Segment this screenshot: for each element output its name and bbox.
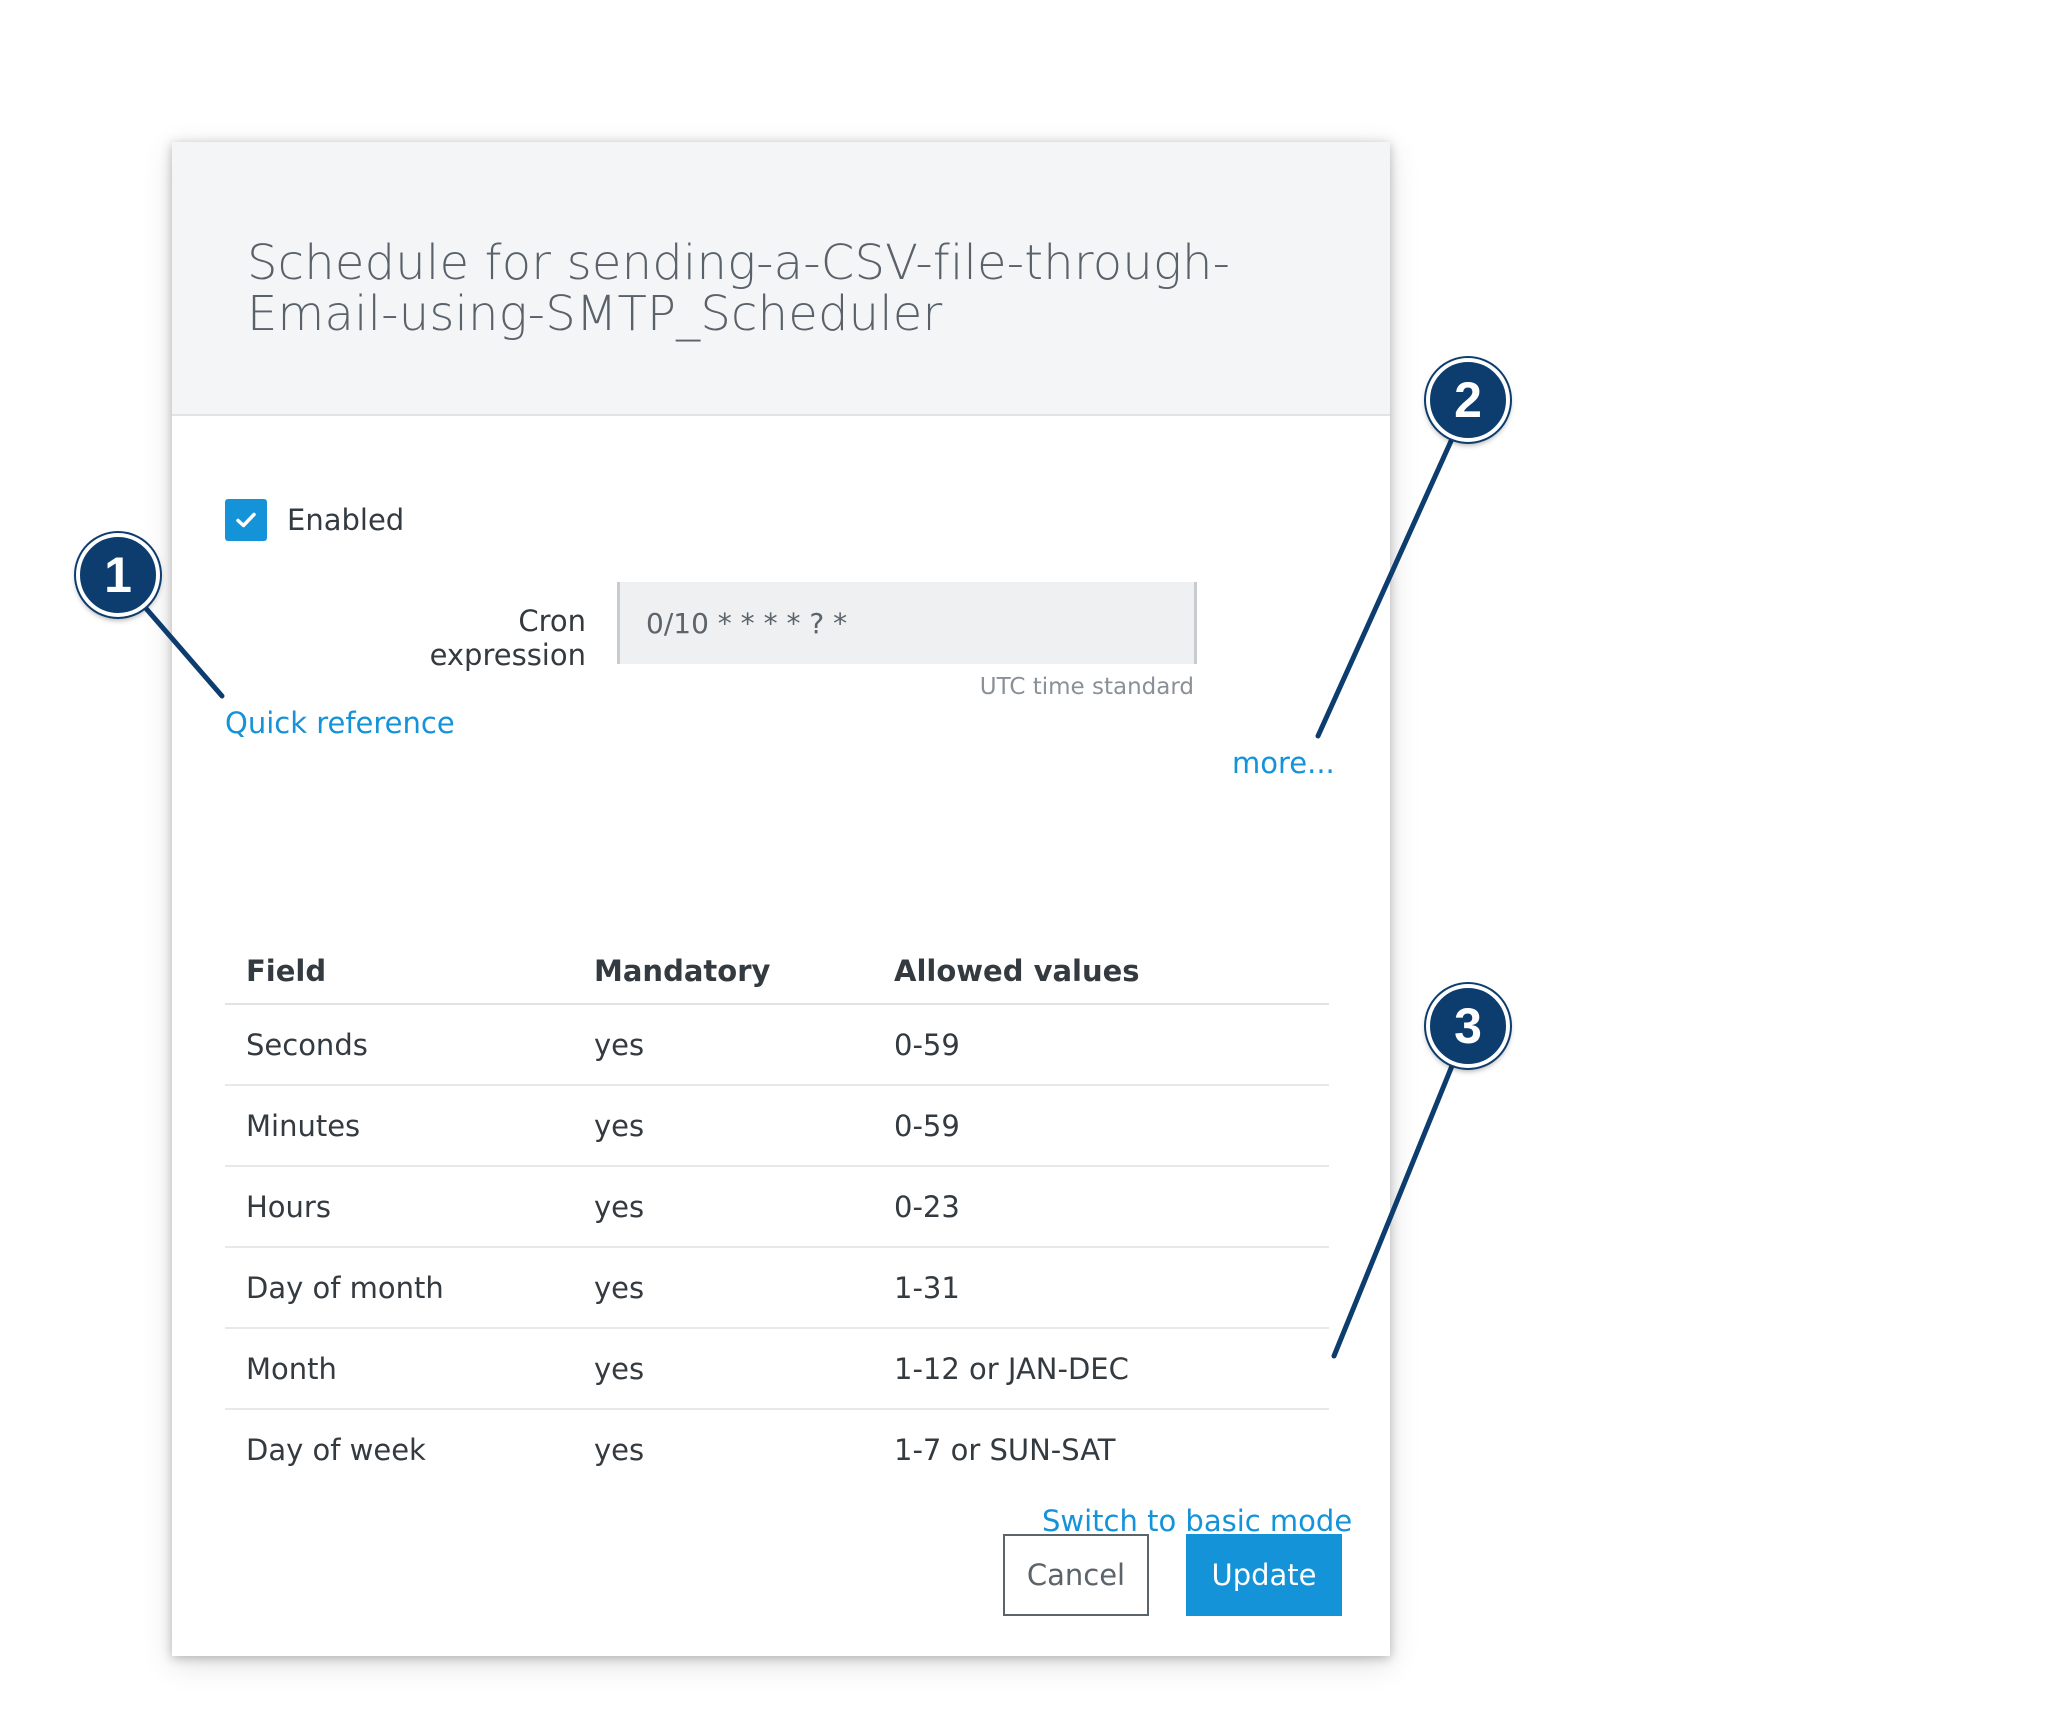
callout-2-leader-line [1315, 427, 1459, 739]
callout-3-leader-line [1331, 1053, 1459, 1359]
callout-badge-1: 1 [76, 533, 160, 617]
callout-badge-2: 2 [1426, 358, 1510, 442]
screenshot-stage: Schedule for sending-a-CSV-file-through-… [0, 0, 2048, 1712]
callout-leader-lines [127, 427, 1459, 1359]
callout-badge-3: 3 [1426, 984, 1510, 1068]
